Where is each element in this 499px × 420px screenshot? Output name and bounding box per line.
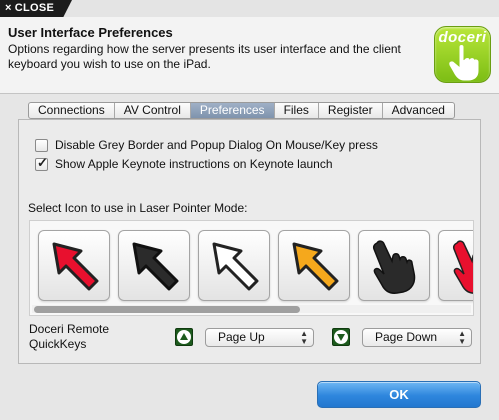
laser-icon-red-arrow[interactable]	[38, 230, 110, 301]
disable-grey-border-label: Disable Grey Border and Popup Dialog On …	[55, 138, 378, 152]
doceri-logo: doceri	[434, 26, 491, 83]
page-title: User Interface Preferences	[8, 25, 173, 40]
quickkey-down-indicator	[332, 328, 350, 346]
quickkeys-label: Doceri Remote QuickKeys	[29, 322, 110, 351]
tab-files[interactable]: Files	[273, 103, 318, 118]
orange-arrow-icon	[292, 242, 339, 291]
quickkey-down-value: Page Down	[375, 330, 438, 344]
horizontal-scrollbar-thumb[interactable]	[34, 306, 300, 313]
close-button[interactable]: × CLOSE	[0, 0, 72, 17]
show-keynote-option[interactable]: ✓ Show Apple Keynote instructions on Key…	[35, 154, 333, 171]
laser-icon-red-hand[interactable]	[438, 230, 473, 301]
laser-icon-orange-arrow[interactable]	[278, 230, 350, 301]
laser-icon-strip[interactable]	[29, 220, 474, 316]
top-bar: × CLOSE	[0, 0, 499, 17]
quickkey-up-select[interactable]: Page Up ▲ ▼	[205, 328, 314, 347]
show-keynote-label: Show Apple Keynote instructions on Keyno…	[55, 157, 333, 171]
red-hand-icon	[453, 240, 473, 294]
triangle-up-icon	[180, 333, 188, 340]
header: User Interface Preferences Options regar…	[0, 17, 499, 93]
tab-advanced[interactable]: Advanced	[381, 103, 454, 118]
disable-grey-border-option[interactable]: Disable Grey Border and Popup Dialog On …	[35, 138, 378, 152]
quickkey-up-indicator	[175, 328, 193, 346]
checkmark-icon: ✓	[37, 154, 48, 170]
laser-icon-white-arrow[interactable]	[198, 230, 270, 301]
close-icon: ×	[5, 2, 12, 14]
white-arrow-icon	[212, 242, 259, 291]
page-description: Options regarding how the server present…	[8, 42, 401, 71]
black-arrow-icon	[132, 242, 179, 291]
hand-pointer-icon	[449, 45, 479, 81]
laser-icon-black-hand[interactable]	[358, 230, 430, 301]
show-keynote-checkbox[interactable]: ✓	[35, 154, 48, 171]
tab-av-control[interactable]: AV Control	[113, 103, 190, 118]
black-hand-icon	[373, 240, 416, 294]
quickkey-up-value: Page Up	[218, 330, 265, 344]
laser-icon-black-arrow[interactable]	[118, 230, 190, 301]
select-arrows-icon: ▲ ▼	[458, 329, 466, 346]
tab-connections[interactable]: Connections	[29, 103, 114, 118]
ok-button[interactable]: OK	[317, 381, 481, 408]
red-arrow-icon	[52, 242, 99, 291]
triangle-down-icon	[337, 334, 345, 341]
quickkey-down-select[interactable]: Page Down ▲ ▼	[362, 328, 472, 347]
tab-register[interactable]: Register	[317, 103, 382, 118]
tab-preferences[interactable]: Preferences	[189, 103, 274, 118]
tab-bar: Connections AV Control Preferences Files…	[28, 102, 455, 119]
select-arrows-icon: ▲ ▼	[300, 329, 308, 346]
close-label: CLOSE	[14, 2, 55, 14]
disable-grey-border-checkbox[interactable]	[35, 138, 48, 152]
laser-icon-label: Select Icon to use in Laser Pointer Mode…	[28, 201, 248, 215]
